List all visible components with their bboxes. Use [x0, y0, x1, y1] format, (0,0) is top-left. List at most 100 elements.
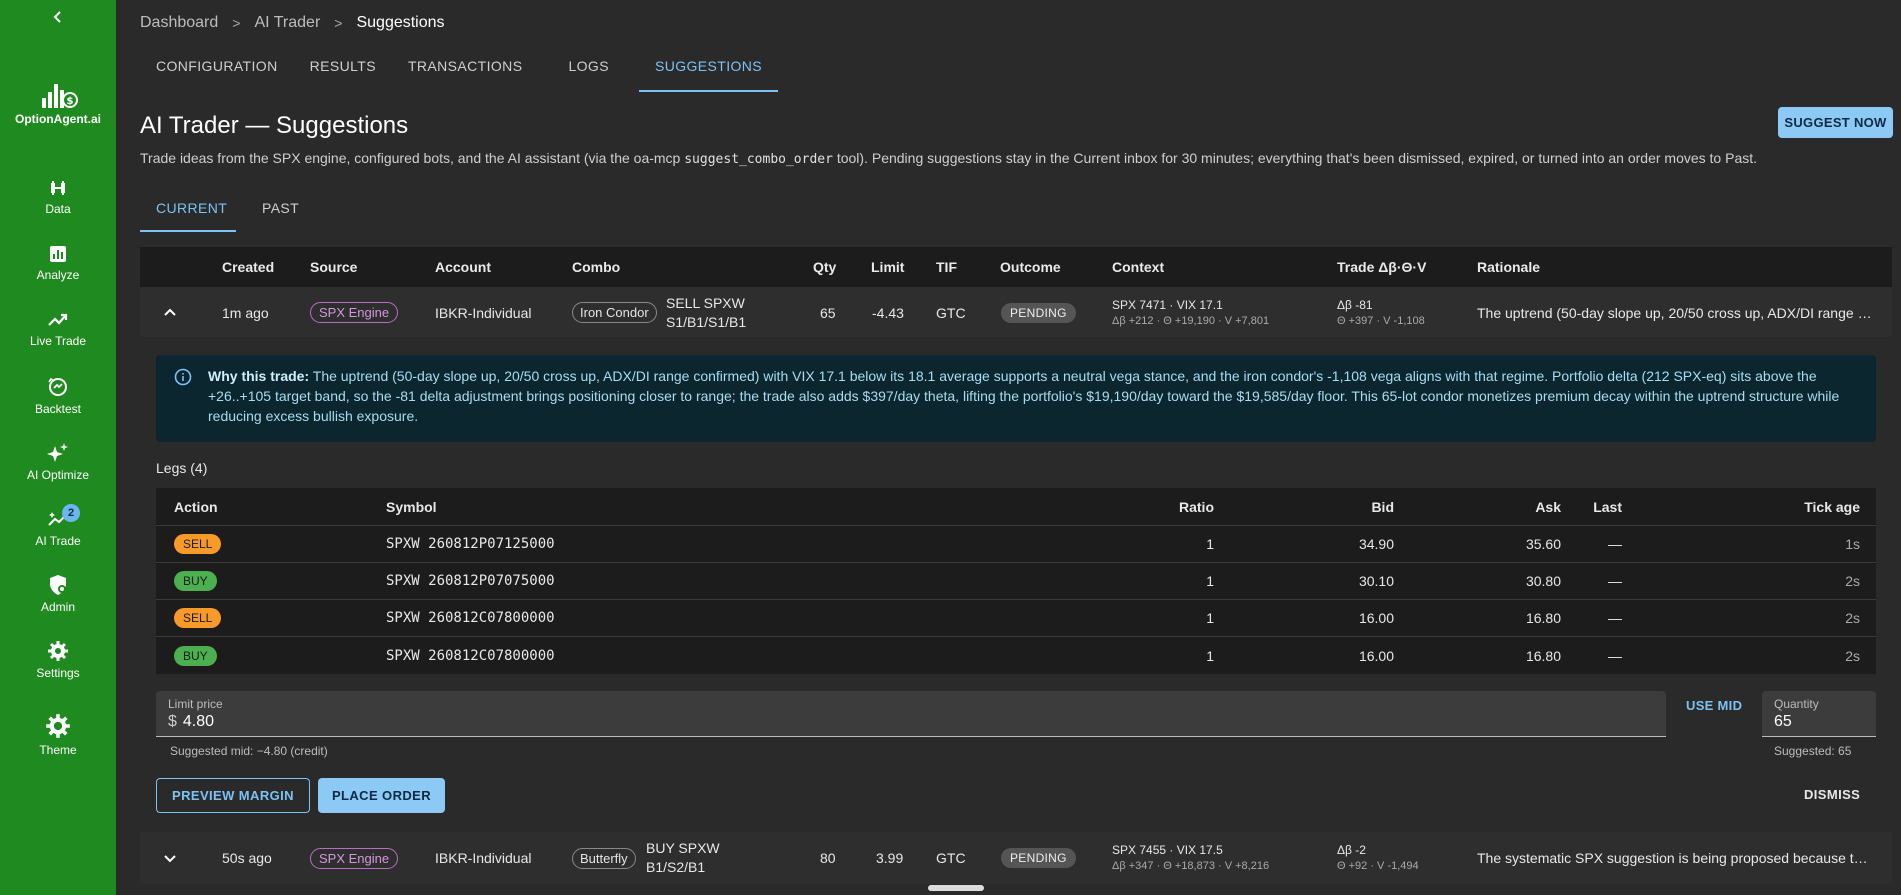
- preview-margin-button[interactable]: PREVIEW MARGIN: [156, 778, 310, 813]
- breadcrumb-current: Suggestions: [356, 14, 445, 31]
- leg-row: SELL SPXW 260812C07800000 1 16.00 16.80 …: [156, 600, 1876, 637]
- sidebar-item-theme[interactable]: Theme: [0, 713, 116, 757]
- header-combo[interactable]: Combo: [572, 247, 620, 287]
- legs-header-action[interactable]: Action: [174, 488, 218, 525]
- outcome-chip: PENDING: [1001, 848, 1076, 868]
- tab-current[interactable]: CURRENT: [140, 188, 236, 232]
- combo-line2: B1/S2/B1: [646, 859, 706, 875]
- tab-results[interactable]: RESULTS: [294, 48, 392, 92]
- leg-tick-age: 2s: [1845, 573, 1860, 589]
- sidebar-item-label: Theme: [39, 743, 77, 757]
- header-rationale[interactable]: Rationale: [1477, 247, 1540, 287]
- leg-last: —: [1608, 647, 1622, 664]
- description-code: suggest_combo_order: [684, 152, 833, 167]
- collapse-sidebar-icon[interactable]: [0, 8, 116, 29]
- context-line2: Δβ +212 · Θ +19,190 · V +7,801: [1112, 314, 1270, 327]
- context-line1: SPX 7471 · VIX 17.1: [1112, 297, 1223, 312]
- suggestions-table: Created Source Account Combo Qty Limit T…: [140, 247, 1892, 339]
- sidebar-item-label: Backtest: [34, 402, 82, 416]
- quantity-value[interactable]: 65: [1774, 713, 1864, 731]
- tab-suggestions[interactable]: SUGGESTIONS: [638, 48, 779, 92]
- leg-tick-age: 2s: [1845, 610, 1860, 626]
- sidebar-item-analyze[interactable]: Analyze: [0, 244, 116, 282]
- row-tif: GTC: [936, 304, 966, 321]
- chevron-right-icon: >: [334, 15, 343, 31]
- legs-header-ratio[interactable]: Ratio: [1179, 488, 1214, 525]
- row-rationale: The uptrend (50-day slope up, 20/50 cros…: [1477, 304, 1873, 321]
- scroll-handle[interactable]: [928, 885, 984, 891]
- logo[interactable]: $ OptionAgent.ai: [0, 78, 116, 126]
- sidebar-item-admin[interactable]: Admin: [0, 574, 116, 614]
- row-created: 50s ago: [222, 850, 272, 866]
- sub-tabs: CURRENT PAST: [140, 188, 315, 232]
- sidebar-item-backtest[interactable]: Backtest: [0, 376, 116, 416]
- theme-gear-icon: [46, 714, 70, 738]
- expand-row-icon[interactable]: [162, 832, 178, 884]
- backtest-icon: [48, 377, 67, 396]
- data-icon: [51, 181, 65, 195]
- outcome-chip: PENDING: [1001, 302, 1076, 323]
- leg-last: —: [1608, 610, 1622, 626]
- source-chip: SPX Engine: [310, 847, 399, 869]
- header-context[interactable]: Context: [1112, 247, 1164, 287]
- legs-header-bid[interactable]: Bid: [1371, 488, 1394, 525]
- leg-bid: 34.90: [1358, 536, 1394, 552]
- leg-bid: 16.00: [1358, 610, 1394, 626]
- tab-logs[interactable]: LOGS: [552, 48, 625, 92]
- limit-price-value[interactable]: 4.80: [183, 713, 214, 730]
- header-greeks[interactable]: Trade Δβ·Θ·V: [1337, 247, 1426, 287]
- sidebar-item-ai-trade[interactable]: 2 AI Trade: [0, 504, 116, 548]
- header-qty[interactable]: Qty: [813, 247, 836, 287]
- tab-past[interactable]: PAST: [246, 188, 315, 232]
- greeks-line2: Θ +92 · V -1,494: [1337, 860, 1419, 872]
- action-chip-sell: SELL: [174, 534, 222, 554]
- sidebar-item-ai-optimize[interactable]: AI Optimize: [0, 442, 116, 482]
- sidebar-item-settings[interactable]: Settings: [0, 640, 116, 680]
- tab-configuration[interactable]: CONFIGURATION: [140, 48, 294, 92]
- header-limit[interactable]: Limit: [871, 247, 904, 287]
- collapse-row-icon[interactable]: [162, 287, 178, 338]
- row-account: IBKR-Individual: [435, 850, 532, 866]
- leg-symbol: SPXW 260812P07075000: [386, 573, 555, 589]
- greeks-line1: Δβ -2: [1337, 843, 1366, 857]
- action-chip-buy: BUY: [174, 571, 217, 591]
- leg-bid: 16.00: [1358, 647, 1394, 664]
- leg-symbol: SPXW 260812P07125000: [386, 536, 555, 552]
- sidebar-item-data[interactable]: Data: [0, 178, 116, 216]
- why-this-trade-banner: Why this trade: The uptrend (50-day slop…: [156, 355, 1876, 442]
- leg-bid: 30.10: [1358, 573, 1394, 589]
- limit-price-field[interactable]: Limit price $4.80: [156, 691, 1666, 737]
- header-created[interactable]: Created: [222, 247, 274, 287]
- header-source[interactable]: Source: [310, 247, 357, 287]
- context-line2: Δβ +347 · Θ +18,873 · V +8,216: [1112, 860, 1270, 872]
- table-row[interactable]: 1m ago SPX Engine IBKR-Individual Iron C…: [140, 287, 1892, 339]
- table-row[interactable]: 50s ago SPX Engine IBKR-Individual Butte…: [140, 832, 1892, 884]
- legs-header-tick-age[interactable]: Tick age: [1804, 488, 1860, 525]
- legs-header-last[interactable]: Last: [1593, 488, 1622, 525]
- header-account[interactable]: Account: [435, 247, 491, 287]
- why-label: Why this trade:: [208, 368, 310, 384]
- breadcrumb-dashboard[interactable]: Dashboard: [140, 14, 218, 32]
- analyze-icon: [50, 246, 66, 262]
- source-chip: SPX Engine: [310, 302, 399, 323]
- header-outcome[interactable]: Outcome: [1000, 247, 1061, 287]
- page-title: AI Trader — Suggestions: [140, 112, 409, 139]
- sidebar-item-live-trade[interactable]: Live Trade: [0, 310, 116, 348]
- row-limit: -4.43: [872, 304, 904, 321]
- tab-transactions[interactable]: TRANSACTIONS: [392, 48, 538, 92]
- legs-header-symbol[interactable]: Symbol: [386, 488, 437, 525]
- place-order-button[interactable]: PLACE ORDER: [318, 778, 445, 813]
- why-text: The uptrend (50-day slope up, 20/50 cros…: [208, 368, 1840, 424]
- quantity-field[interactable]: Quantity 65: [1762, 691, 1876, 737]
- header-tif[interactable]: TIF: [936, 247, 957, 287]
- use-mid-button[interactable]: USE MID: [1686, 698, 1742, 713]
- breadcrumb-ai-trader[interactable]: AI Trader: [254, 14, 320, 32]
- leg-tick-age: 2s: [1845, 647, 1860, 664]
- row-context: SPX 7455 · VIX 17.5 Δβ +347 · Θ +18,873 …: [1112, 832, 1269, 884]
- suggest-now-button[interactable]: SUGGEST NOW: [1778, 107, 1893, 138]
- sidebar-item-label: Admin: [40, 600, 75, 614]
- leg-tick-age: 1s: [1845, 536, 1860, 552]
- sidebar: $ OptionAgent.ai Data Analyze Live Trade…: [0, 0, 116, 895]
- dismiss-button[interactable]: DISMISS: [1804, 787, 1860, 802]
- legs-header-ask[interactable]: Ask: [1535, 488, 1561, 525]
